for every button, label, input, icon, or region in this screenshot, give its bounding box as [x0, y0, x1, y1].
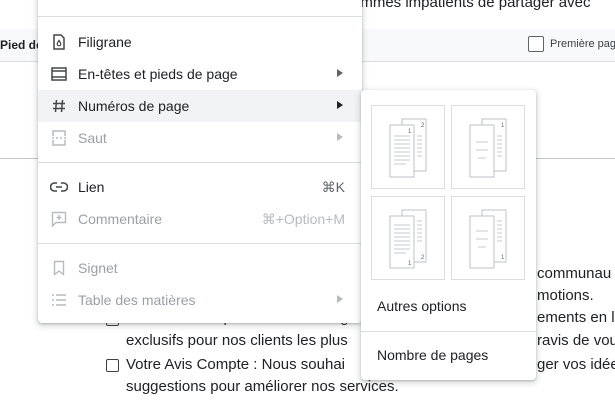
menu-item-page-numbers[interactable]: Numéros de page	[38, 90, 362, 122]
page-number-option-footer-skip-first[interactable]: 1	[451, 196, 525, 280]
bookmark-icon	[50, 259, 68, 277]
page-number-option-header-skip-first[interactable]: 1	[451, 105, 525, 189]
menu-item-link[interactable]: Lien ⌘K	[38, 171, 362, 203]
document-text-line: motions.	[537, 287, 594, 304]
list-checkbox[interactable]	[106, 359, 119, 372]
footer-label: Pied de	[0, 38, 43, 52]
submenu-divider	[361, 331, 536, 332]
menu-item-headers-footers[interactable]: En-têtes et pieds de page	[38, 58, 362, 90]
menu-item-label: Lien	[78, 179, 105, 195]
page-number-option-header-all[interactable]: 1 2	[371, 105, 445, 189]
document-text-line: communau	[537, 265, 612, 282]
submenu-arrow-icon	[337, 69, 343, 77]
more-options-item[interactable]: Autres options	[361, 289, 536, 325]
menu-item-break[interactable]: Saut	[38, 122, 362, 154]
page-numbers-submenu: 1 2 1 1 2 1 Autres options Nombre de pag…	[361, 90, 536, 380]
document-text-line: ger vos idée	[537, 356, 615, 373]
menu-item-label: Signet	[78, 260, 118, 276]
first-page-option[interactable]: Première pag	[528, 36, 615, 52]
document-text-line: ravis de vou	[537, 332, 615, 349]
menu-item-watermark[interactable]: Filigrane	[38, 26, 362, 58]
menu-divider	[38, 162, 362, 163]
submenu-arrow-icon	[337, 101, 343, 109]
header-footer-icon	[50, 65, 68, 83]
document-text-line: Votre Avis Compte : Nous souhai	[126, 356, 346, 373]
menu-item-label: Saut	[78, 130, 107, 146]
page-count-label: Nombre de pages	[377, 347, 489, 363]
page-number-option-footer-all[interactable]: 1 2	[371, 196, 445, 280]
menu-item-label: Filigrane	[78, 34, 132, 50]
more-options-label: Autres options	[377, 298, 467, 314]
page-preview-icon: 1	[469, 209, 507, 269]
document-text-line: ements en l	[537, 309, 615, 326]
page-preview-icon: 1 2	[389, 118, 427, 178]
page-preview-icon: 1	[469, 118, 507, 178]
menu-item-label: En-têtes et pieds de page	[78, 66, 238, 82]
page-preview-icon: 1 2	[389, 209, 427, 269]
submenu-arrow-icon	[337, 295, 343, 303]
insert-menu: Filigrane En-têtes et pieds de page Numé…	[38, 0, 362, 323]
menu-item-table-of-contents[interactable]: Table des matières	[38, 284, 362, 316]
hash-icon	[50, 97, 68, 115]
page-count-item[interactable]: Nombre de pages	[361, 338, 536, 374]
document-text-line: exclusifs pour nos clients les plus	[126, 332, 348, 349]
submenu-arrow-icon	[337, 133, 343, 141]
menu-divider	[38, 243, 362, 244]
table-of-contents-icon	[50, 291, 68, 309]
menu-item-label: Table des matières	[78, 292, 196, 308]
menu-item-shortcut: ⌘+Option+M	[261, 211, 345, 227]
first-page-checkbox[interactable]	[528, 36, 544, 52]
menu-item-label: Commentaire	[78, 211, 163, 227]
link-icon	[50, 178, 68, 196]
document-text-line: suggestions pour améliorer nos services.	[126, 378, 399, 395]
menu-item-shortcut: ⌘K	[321, 179, 345, 195]
menu-divider	[38, 16, 362, 17]
menu-item-label: Numéros de page	[78, 98, 190, 114]
first-page-label: Première pag	[550, 38, 615, 50]
page-break-icon	[50, 129, 68, 147]
watermark-icon	[50, 33, 68, 51]
menu-item-comment[interactable]: Commentaire ⌘+Option+M	[38, 203, 362, 235]
add-comment-icon	[50, 210, 68, 228]
menu-item-bookmark[interactable]: Signet	[38, 252, 362, 284]
document-text-line: ommes impatients de partager avec	[352, 0, 591, 11]
